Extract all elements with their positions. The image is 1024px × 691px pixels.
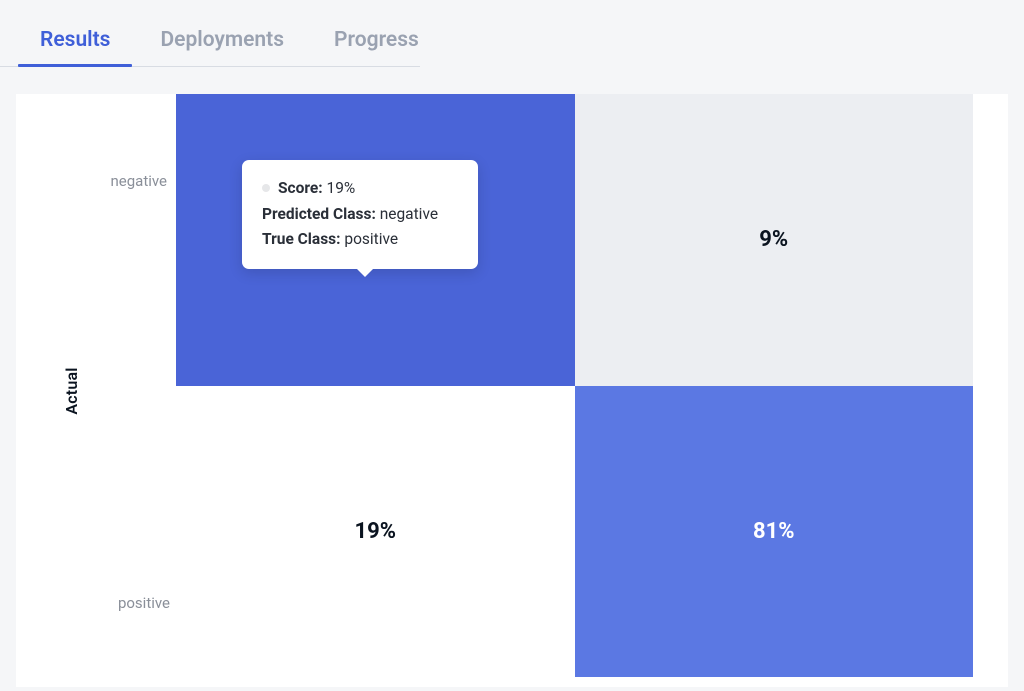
tooltip-score-value: 19% (327, 179, 356, 197)
cell-tooltip: Score: 19% Predicted Class: negative Tru… (242, 160, 478, 269)
tooltip-trueclass-value: positive (344, 230, 398, 248)
row-label-negative: negative (107, 172, 167, 190)
tab-progress[interactable]: Progress (334, 28, 419, 66)
tooltip-predicted-row: Predicted Class: negative (262, 202, 458, 228)
confusion-matrix-chart: Actual negative positive 91% 9% 19% 81% (16, 94, 1008, 687)
y-axis-label: Actual (62, 367, 81, 414)
cell-actual-pos-pred-neg[interactable]: 19% (176, 386, 575, 678)
tooltip-trueclass-row: True Class: positive (262, 227, 458, 253)
cell-actual-pos-pred-pos[interactable]: 81% (575, 386, 974, 678)
tooltip-predicted-value: negative (380, 205, 438, 223)
tooltip-score-row: Score: 19% (262, 176, 458, 202)
tooltip-predicted-label: Predicted Class: (262, 205, 376, 223)
cell-actual-neg-pred-pos[interactable]: 9% (575, 94, 974, 386)
row-label-positive: positive (110, 594, 170, 612)
tab-deployments[interactable]: Deployments (160, 28, 284, 66)
tooltip-score-label: Score: (278, 179, 323, 197)
legend-dot-icon (262, 184, 270, 192)
tab-bar: Results Deployments Progress (0, 0, 420, 67)
tooltip-trueclass-label: True Class: (262, 230, 341, 248)
tab-results[interactable]: Results (40, 28, 110, 66)
